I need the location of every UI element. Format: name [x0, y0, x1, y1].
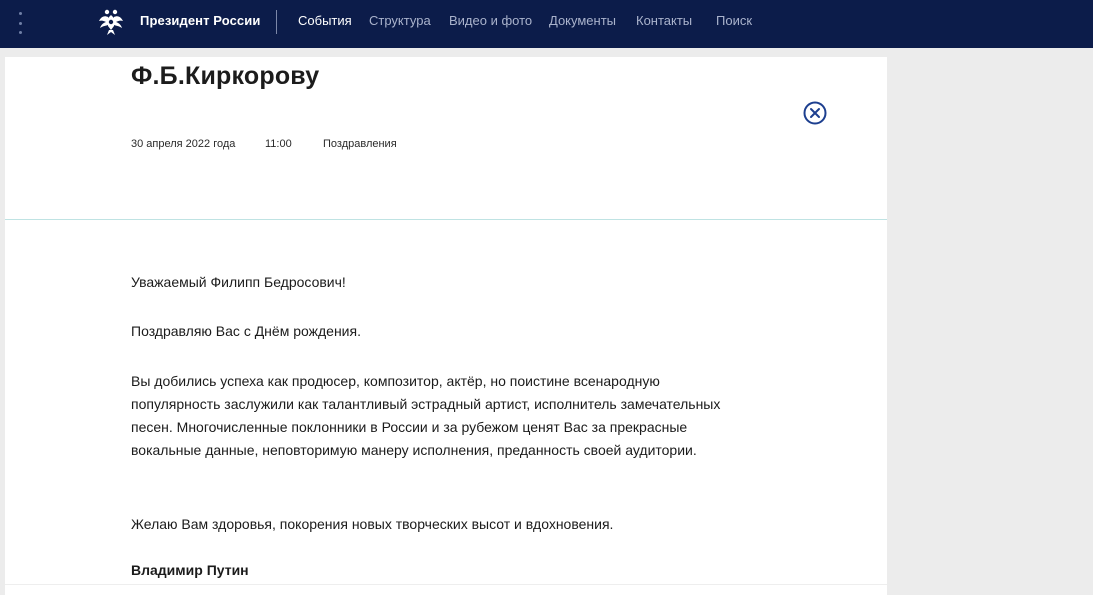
article-category-link[interactable]: Поздравления [323, 138, 397, 150]
brand-title[interactable]: Президент России [140, 13, 260, 28]
nav-item-structure[interactable]: Структура [369, 13, 431, 28]
header-separator [5, 219, 887, 220]
nav-item-contacts[interactable]: Контакты [636, 13, 692, 28]
eagle-emblem-icon[interactable] [97, 8, 125, 36]
nav-item-video-photo[interactable]: Видео и фото [449, 13, 532, 28]
article-title: Ф.Б.Киркорову [131, 62, 320, 90]
kebab-menu-icon[interactable] [17, 12, 23, 34]
close-icon[interactable] [803, 101, 827, 125]
main-paragraph: Вы добились успеха как продюсер, компози… [131, 373, 721, 458]
article-time: 11:00 [265, 138, 292, 150]
signature: Владимир Путин [131, 562, 249, 578]
nav-item-search[interactable]: Поиск [716, 13, 752, 28]
article-date: 30 апреля 2022 года [131, 138, 236, 150]
article-card: Ф.Б.Киркорову 30 апреля 2022 года 11:00 … [5, 57, 887, 595]
top-navigation-bar: Президент России События Структура Видео… [0, 0, 1093, 48]
nav-item-events[interactable]: События [298, 13, 352, 28]
wishes-paragraph: Желаю Вам здоровья, покорения новых твор… [131, 516, 614, 532]
bottom-separator [5, 584, 887, 585]
nav-item-documents[interactable]: Документы [549, 13, 616, 28]
greeting-paragraph: Поздравляю Вас с Днём рождения. [131, 323, 361, 339]
salutation: Уважаемый Филипп Бедросович! [131, 274, 346, 290]
nav-divider [276, 10, 277, 34]
